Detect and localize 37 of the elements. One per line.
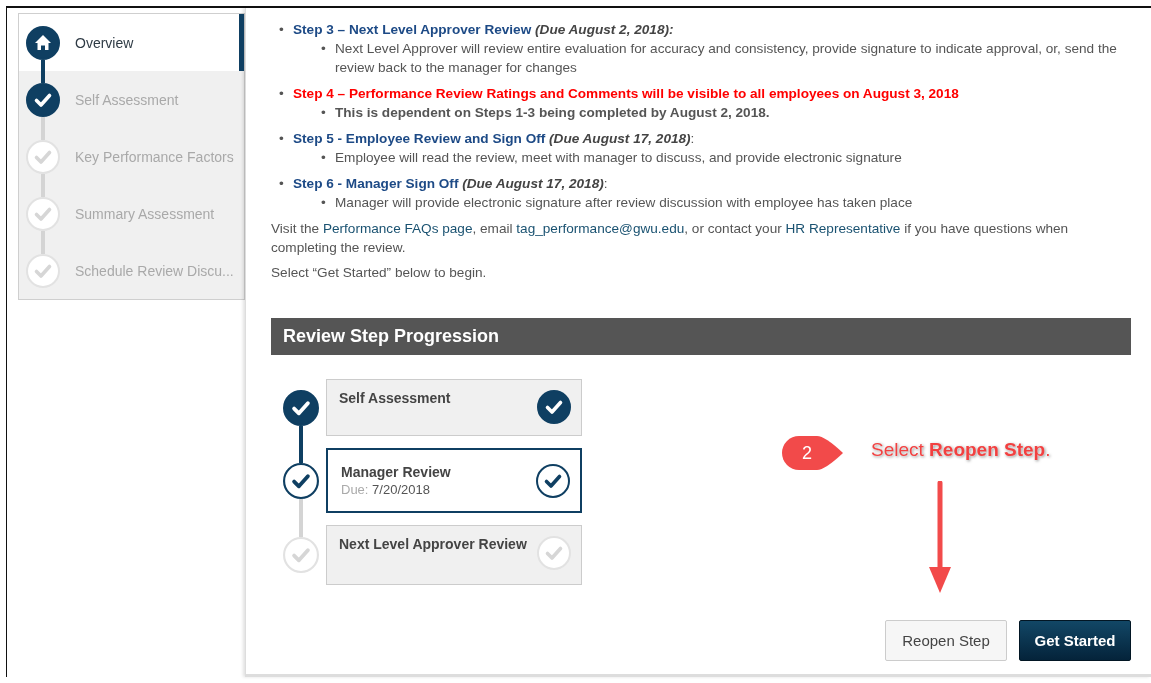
step-heading: Step 5 - Employee Review and Sign Off (Due August 17, 2018):	[293, 130, 695, 148]
step-heading: Step 3 – Next Level Approver Review (Due August 2, 2018):	[293, 21, 674, 39]
bullet: •	[279, 21, 285, 39]
step-description: Employee will read the review, meet with manager to discuss, and provide electronic signature	[335, 149, 902, 167]
step-card[interactable]: Self Assessment	[326, 379, 582, 436]
step-heading: Step 6 - Manager Sign Off (Due August 17, 2018):	[293, 175, 608, 193]
step-heading: Step 4 – Performance Review Ratings and Comments will be visible to all employees on August 3, 2018	[293, 85, 959, 103]
check-icon	[536, 464, 570, 498]
secondary-button[interactable]: Reopen Step	[885, 620, 1007, 661]
step-description: Next Level Approver will review entire evaluation for accuracy and consistency, provide signature to indicate approval, or, send the review back to the manager for changes	[335, 40, 1118, 77]
check-icon	[537, 390, 571, 424]
section-header: Review Step Progression	[271, 318, 1131, 355]
link[interactable]: Performance FAQs page	[322, 221, 473, 236]
step-description: This is dependent on Steps 1-3 being completed by August 2, 2018.	[335, 104, 770, 122]
step-card[interactable]: Next Level Approver Review	[326, 525, 582, 585]
check-icon	[537, 536, 571, 570]
link[interactable]: HR Representative	[785, 221, 901, 236]
bullet: •	[279, 85, 285, 103]
step-card[interactable]: Manager Review Due: 7/20/2018	[326, 448, 582, 513]
step-name: Manager Review	[341, 464, 451, 480]
step-name: Self Assessment	[339, 390, 451, 406]
bullet: •	[321, 104, 327, 122]
bullet: •	[279, 175, 285, 193]
sidebar-item[interactable]: Overview	[19, 14, 244, 71]
contact-paragraph: Visit the Performance FAQs page, email tag_performance@gwu.edu, or contact your HR Representative if you have questions when completing the review.	[271, 220, 1070, 257]
bullet: •	[279, 130, 285, 148]
bullet: •	[321, 194, 327, 212]
callout-text: Select Reopen Step.	[871, 439, 1051, 461]
primary-button[interactable]: Get Started	[1019, 620, 1131, 661]
arrow-icon	[928, 481, 952, 595]
step-name: Next Level Approver Review	[339, 536, 527, 552]
bullet: •	[321, 40, 327, 58]
due-date: Due: 7/20/2018	[341, 482, 431, 497]
step-description: Manager will provide electronic signature after review discussion with employee has taken place	[335, 194, 913, 212]
bullet: •	[321, 149, 327, 167]
step-badge: 2	[781, 435, 843, 471]
instruction-text: Select “Get Started” below to begin.	[271, 264, 488, 282]
